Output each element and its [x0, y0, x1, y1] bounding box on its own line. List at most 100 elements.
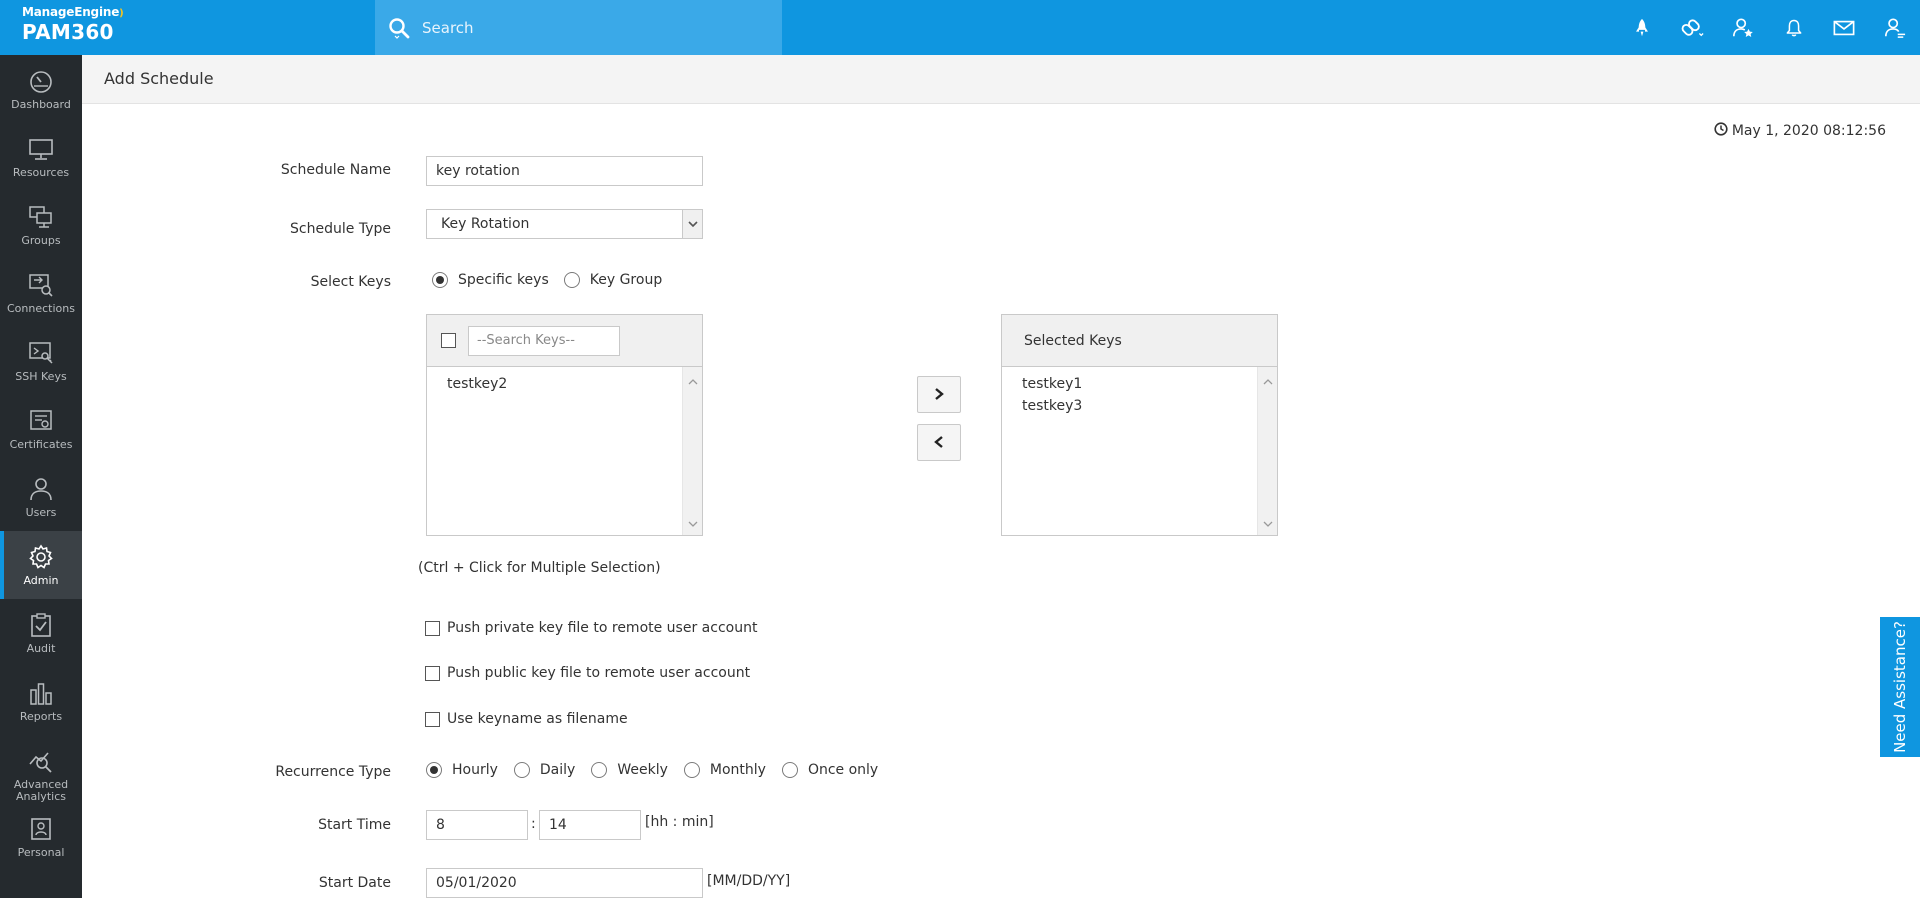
link-settings-icon[interactable]	[1668, 0, 1719, 55]
start-date-input[interactable]	[426, 868, 703, 898]
sidebar-item-dashboard[interactable]: Dashboard	[0, 55, 82, 123]
need-assistance-label: Need Assistance?	[1891, 621, 1910, 753]
clock-icon	[1714, 122, 1728, 140]
schedule-type-select[interactable]: Key Rotation	[426, 209, 703, 239]
move-left-button[interactable]	[917, 424, 961, 461]
chevron-up-icon[interactable]	[688, 371, 698, 389]
sidebar-item-label: Groups	[21, 234, 61, 247]
scrollbar[interactable]	[1257, 367, 1277, 535]
specific-keys-radio[interactable]	[432, 272, 448, 288]
available-keys-body[interactable]: testkey2	[427, 367, 702, 535]
list-item[interactable]: testkey1	[1002, 367, 1277, 395]
sidebar-item-label: Admin	[23, 574, 59, 587]
sidebar-item-advanced-analytics[interactable]: Advanced Analytics	[0, 735, 82, 803]
hourly-radio[interactable]	[426, 762, 442, 778]
start-hour-input[interactable]	[426, 810, 528, 840]
daily-radio[interactable]	[513, 762, 530, 778]
time-separator: :	[531, 816, 536, 832]
sidebar-item-label: Certificates	[9, 438, 73, 451]
select-all-checkbox[interactable]	[441, 333, 456, 348]
sidebar-item-certificates[interactable]: Certificates	[0, 395, 82, 463]
sidebar-item-connections[interactable]: Connections	[0, 259, 82, 327]
scrollbar[interactable]	[682, 367, 702, 535]
time-format-hint: [hh : min]	[645, 814, 714, 830]
user-star-icon[interactable]	[1718, 0, 1769, 55]
monthly-radio[interactable]	[683, 762, 700, 778]
push-private-key-checkbox[interactable]	[425, 620, 440, 636]
chevron-down-icon	[682, 210, 702, 238]
groups-icon	[27, 203, 55, 231]
search-input[interactable]	[422, 18, 722, 37]
certificate-icon	[27, 407, 55, 435]
specific-keys-label: Specific keys	[458, 272, 549, 288]
chevron-right-icon	[934, 386, 944, 404]
rocket-icon[interactable]	[1617, 0, 1668, 55]
list-item[interactable]: testkey3	[1002, 395, 1277, 423]
app-logo[interactable]: ManageEngine) PAM360	[0, 0, 124, 55]
push-public-key-checkbox[interactable]	[425, 665, 440, 681]
sidebar-item-audit[interactable]: Audit	[0, 599, 82, 667]
search-icon[interactable]	[385, 14, 413, 42]
analytics-icon	[27, 747, 55, 775]
selected-keys-header: Selected Keys	[1002, 315, 1277, 367]
daily-label: Daily	[539, 762, 576, 778]
key-group-radio[interactable]	[563, 272, 580, 288]
select-keys-label: Select Keys	[310, 274, 391, 290]
sidebar-item-users[interactable]: Users	[0, 463, 82, 531]
sidebar-item-personal[interactable]: Personal	[0, 803, 82, 871]
chevron-left-icon	[934, 434, 944, 452]
available-keys-header	[427, 315, 702, 367]
sidebar-item-label: Users	[25, 506, 57, 519]
sidebar-item-label: SSH Keys	[15, 370, 67, 383]
once-only-radio[interactable]	[781, 762, 798, 778]
sidebar-item-admin[interactable]: Admin	[0, 531, 82, 599]
mail-icon[interactable]	[1819, 0, 1870, 55]
connections-icon	[27, 271, 55, 299]
product-name: PAM360	[22, 20, 114, 44]
global-search	[375, 0, 782, 55]
hourly-label: Hourly	[452, 762, 498, 778]
monthly-label: Monthly	[709, 762, 766, 778]
page-header: Add Schedule	[82, 55, 1920, 104]
weekly-radio[interactable]	[591, 762, 608, 778]
user-icon	[27, 475, 55, 503]
weekly-label: Weekly	[617, 762, 668, 778]
monitor-icon	[27, 135, 55, 163]
need-assistance-tab[interactable]: Need Assistance?	[1880, 617, 1920, 757]
chevron-down-icon[interactable]	[1263, 513, 1273, 531]
start-minute-input[interactable]	[539, 810, 641, 840]
top-icon-bar	[1617, 0, 1920, 55]
start-time-label: Start Time	[318, 817, 391, 833]
sidebar-item-resources[interactable]: Resources	[0, 123, 82, 191]
schedule-name-label: Schedule Name	[280, 162, 391, 178]
multi-select-hint: (Ctrl + Click for Multiple Selection)	[418, 560, 661, 576]
keyname-as-filename-checkbox[interactable]	[425, 711, 440, 727]
push-private-key-option: Push private key file to remote user acc…	[425, 620, 757, 636]
sidebar-item-label: Audit	[26, 642, 56, 655]
sidebar-item-label: Reports	[19, 710, 63, 723]
sidebar-item-ssh-keys[interactable]: SSH Keys	[0, 327, 82, 395]
sidebar-item-reports[interactable]: Reports	[0, 667, 82, 735]
chevron-up-icon[interactable]	[1263, 371, 1273, 389]
key-search-input[interactable]	[468, 325, 620, 356]
sidebar-item-groups[interactable]: Groups	[0, 191, 82, 259]
schedule-type-value: Key Rotation	[441, 216, 530, 232]
once-only-label: Once only	[807, 762, 879, 778]
sidebar-nav: Dashboard Resources Groups Connections S…	[0, 55, 82, 898]
user-settings-icon[interactable]	[1870, 0, 1920, 55]
push-public-key-option: Push public key file to remote user acco…	[425, 665, 750, 681]
schedule-type-label: Schedule Type	[290, 221, 391, 237]
bell-icon[interactable]	[1769, 0, 1820, 55]
gear-icon	[27, 543, 55, 571]
chevron-down-icon[interactable]	[688, 513, 698, 531]
select-keys-radio-group: Specific keys Key Group	[432, 272, 662, 288]
schedule-name-input[interactable]	[426, 156, 703, 186]
move-right-button[interactable]	[917, 376, 961, 413]
sidebar-item-label: Personal	[17, 846, 65, 859]
list-item[interactable]: testkey2	[427, 367, 702, 395]
available-keys-list: testkey2	[426, 314, 703, 536]
date-format-hint: [MM/DD/YY]	[707, 873, 791, 889]
selected-keys-body[interactable]: testkey1 testkey3	[1002, 367, 1277, 535]
selected-keys-list: Selected Keys testkey1 testkey3	[1001, 314, 1278, 536]
bar-chart-icon	[27, 679, 55, 707]
